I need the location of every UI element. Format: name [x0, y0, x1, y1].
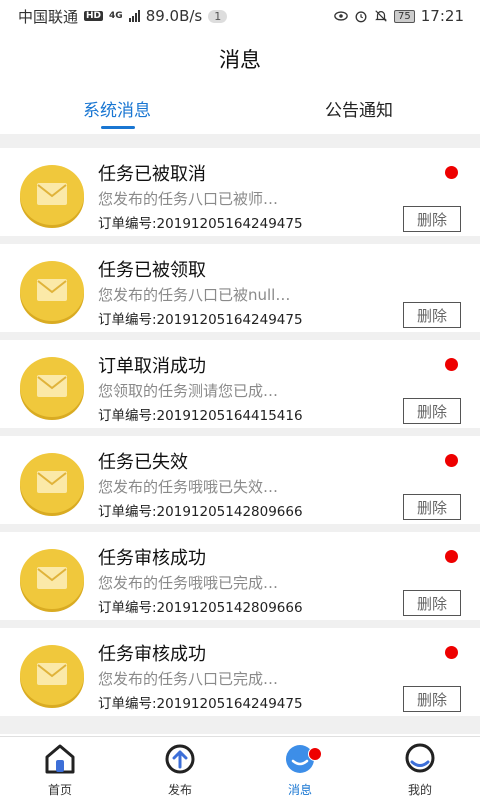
envelope-icon — [20, 645, 84, 705]
message-summary: 您发布的任务哦哦已完成… — [98, 574, 279, 592]
nav-home[interactable]: 首页 — [20, 743, 100, 798]
envelope-icon — [20, 549, 84, 609]
message-summary: 您领取的任务测请您已成… — [98, 382, 279, 400]
tab-system-messages[interactable]: 系统消息 — [83, 96, 151, 121]
order-number: 订单编号:20191205164249475 — [98, 312, 303, 328]
message-title: 任务已被领取 — [98, 260, 206, 281]
mute-bell-icon — [375, 10, 387, 22]
page-title: 消息 — [219, 48, 261, 72]
delete-button[interactable]: 删除 — [403, 494, 461, 520]
delete-button[interactable]: 删除 — [403, 302, 461, 328]
envelope-icon — [20, 165, 84, 225]
unread-dot — [445, 166, 458, 179]
message-title: 订单取消成功 — [98, 356, 206, 377]
message-summary: 您发布的任务八口已被null… — [98, 286, 291, 304]
signal-icon — [128, 10, 140, 22]
network-type: 4G — [109, 11, 123, 21]
envelope-icon — [20, 357, 84, 417]
battery-icon: 75 — [394, 9, 415, 23]
delete-button[interactable]: 删除 — [403, 590, 461, 616]
order-number: 订单编号:20191205164415416 — [98, 408, 303, 424]
delete-button[interactable]: 删除 — [403, 686, 461, 712]
order-number: 订单编号:20191205164249475 — [98, 696, 303, 712]
unread-dot — [445, 550, 458, 563]
nav-messages[interactable]: 消息 — [260, 743, 340, 798]
profile-icon — [405, 743, 435, 773]
nav-label: 消息 — [287, 783, 312, 797]
nav-label: 首页 — [47, 783, 72, 797]
home-icon — [45, 744, 75, 774]
hd-icon: HD — [84, 11, 104, 21]
envelope-icon — [20, 261, 84, 321]
bottom-nav: 首页 发布 消息 我的 — [0, 736, 480, 801]
list-item[interactable]: 任务已被取消 您发布的任务八口已被师… 订单编号:201912051642494… — [0, 148, 480, 236]
message-summary: 您发布的任务哦哦已失效… — [98, 478, 279, 496]
unread-dot — [445, 358, 458, 371]
list-item[interactable]: 任务审核成功 您发布的任务八口已完成… 订单编号:201912051642494… — [0, 628, 480, 716]
delete-button[interactable]: 删除 — [403, 206, 461, 232]
order-number: 订单编号:20191205142809666 — [98, 600, 303, 616]
alarm-icon — [355, 11, 367, 23]
unread-dot — [445, 646, 458, 659]
list-item[interactable]: 订单取消成功 您领取的任务测请您已成… 订单编号:201912051644154… — [0, 340, 480, 428]
nav-label: 发布 — [167, 783, 192, 797]
message-title: 任务审核成功 — [98, 548, 206, 569]
notification-count: 1 — [208, 9, 228, 23]
list-item[interactable]: 任务审核成功 您发布的任务哦哦已完成… 订单编号:201912051428096… — [0, 532, 480, 620]
unread-dot — [445, 454, 458, 467]
message-title: 任务已失效 — [98, 452, 188, 473]
nav-profile[interactable]: 我的 — [380, 743, 460, 798]
message-title: 任务已被取消 — [98, 164, 206, 185]
eye-icon — [334, 11, 348, 21]
notification-badge — [308, 747, 322, 761]
envelope-icon — [20, 453, 84, 513]
list-item[interactable]: 任务已被领取 您发布的任务八口已被null… 订单编号:201912051642… — [0, 244, 480, 332]
carrier-name: 中国联通 — [18, 7, 79, 26]
clock: 17:21 — [420, 7, 464, 25]
order-number: 订单编号:20191205164249475 — [98, 216, 303, 232]
message-list[interactable]: 任务已被取消 您发布的任务八口已被师… 订单编号:201912051642494… — [0, 134, 480, 734]
nav-publish[interactable]: 发布 — [140, 743, 220, 798]
status-bar: 中国联通 HD 4G 89.0B/s 1 75 17:21 — [0, 0, 480, 32]
order-number: 订单编号:20191205142809666 — [98, 504, 303, 520]
list-item[interactable]: 任务已失效 您发布的任务哦哦已失效… 订单编号:2019120514280966… — [0, 436, 480, 524]
network-speed: 89.0B/s — [145, 7, 203, 25]
message-summary: 您发布的任务八口已完成… — [98, 670, 279, 688]
message-summary: 您发布的任务八口已被师… — [98, 190, 279, 208]
publish-icon — [165, 744, 195, 774]
tab-announcements[interactable]: 公告通知 — [325, 96, 393, 121]
nav-label: 我的 — [407, 783, 432, 797]
tab-bar: 系统消息 公告通知 — [0, 96, 480, 132]
active-tab-indicator — [101, 126, 135, 129]
message-title: 任务审核成功 — [98, 644, 206, 665]
delete-button[interactable]: 删除 — [403, 398, 461, 424]
